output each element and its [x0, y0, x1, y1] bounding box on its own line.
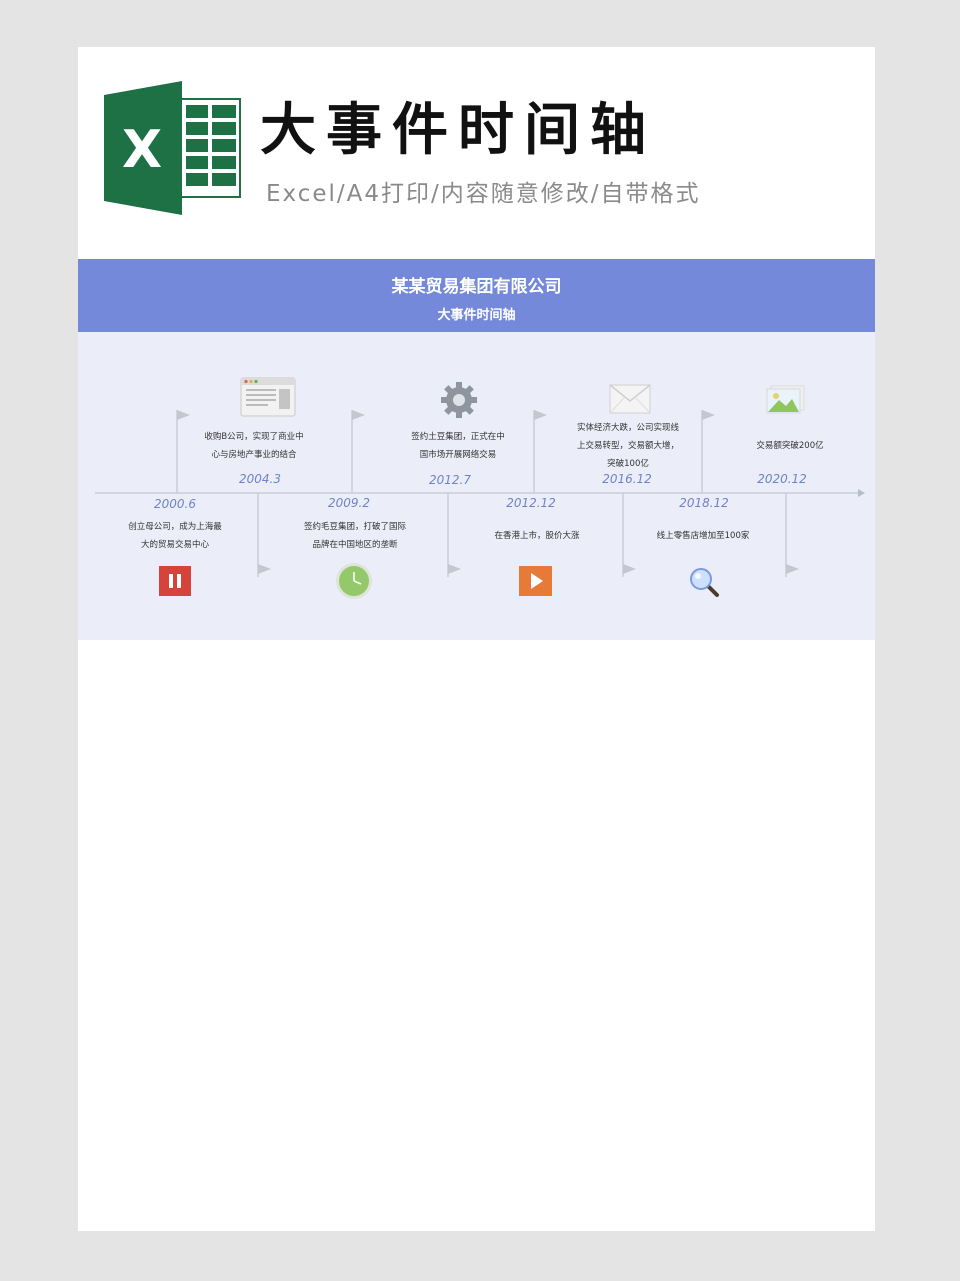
event-year-2004-3: 2004.3 [239, 472, 281, 486]
gear-icon [441, 382, 477, 418]
event-2009-2-description: 签约毛豆集团，打破了国际 品牌在中国地区的垄断 [303, 522, 407, 550]
page-title: 大事件时间轴 [260, 98, 656, 163]
envelope-icon [609, 384, 651, 414]
event-2018-12-description: 线上零售店增加至100家 [656, 531, 750, 541]
event-2012-7-description: 签约土豆集团，正式在中 国市场开展网络交易 [411, 432, 505, 460]
magnifier-icon [690, 568, 719, 597]
event-2016-12-description: 实体经济大跌，公司实现线 上交易转型，交易额大增， 突破100亿 [576, 423, 680, 469]
banner: 某某贸易集团有限公司 大事件时间轴 [78, 259, 875, 332]
event-2004-3-description: 收购B公司，实现了商业中 心与房地产事业的结合 [204, 432, 304, 460]
event-year-2016-12: 2016.12 [602, 472, 652, 486]
event-year-2020-12: 2020.12 [757, 472, 807, 486]
company-name: 某某贸易集团有限公司 [391, 277, 562, 297]
event-2000-6-description: 创立母公司，成为上海最 大的贸易交易中心 [128, 522, 222, 550]
svg-text:X: X [122, 120, 162, 180]
event-year-2009-2: 2009.2 [328, 496, 370, 510]
excel-logo-icon: X [104, 81, 241, 215]
event-year-2018-12: 2018.12 [679, 496, 729, 510]
pause-icon [159, 566, 191, 596]
event-year-2012-12: 2012.12 [506, 496, 556, 510]
sheet-title: 大事件时间轴 [437, 308, 516, 323]
timeline-axis [95, 410, 865, 577]
event-year-2012-7: 2012.7 [429, 473, 471, 487]
play-icon [519, 566, 552, 596]
timeline-area: 收购B公司，实现了商业中 心与房地产事业的结合 签约土豆集团，正式在中 国市场开… [78, 332, 875, 640]
event-2012-12-description: 在香港上市，股价大涨 [494, 531, 580, 541]
event-year-2000-6: 2000.6 [154, 497, 196, 511]
document-page: X 大事件时间轴 Excel/A4打印/内容随意修改/自带格式 某某贸易集团有限… [78, 47, 875, 1231]
image-icon [766, 385, 805, 414]
browser-window-icon [240, 377, 296, 417]
event-2020-12-description: 交易额突破200亿 [756, 441, 824, 451]
clock-icon [336, 563, 372, 599]
page-subtitle: Excel/A4打印/内容随意修改/自带格式 [266, 181, 701, 207]
